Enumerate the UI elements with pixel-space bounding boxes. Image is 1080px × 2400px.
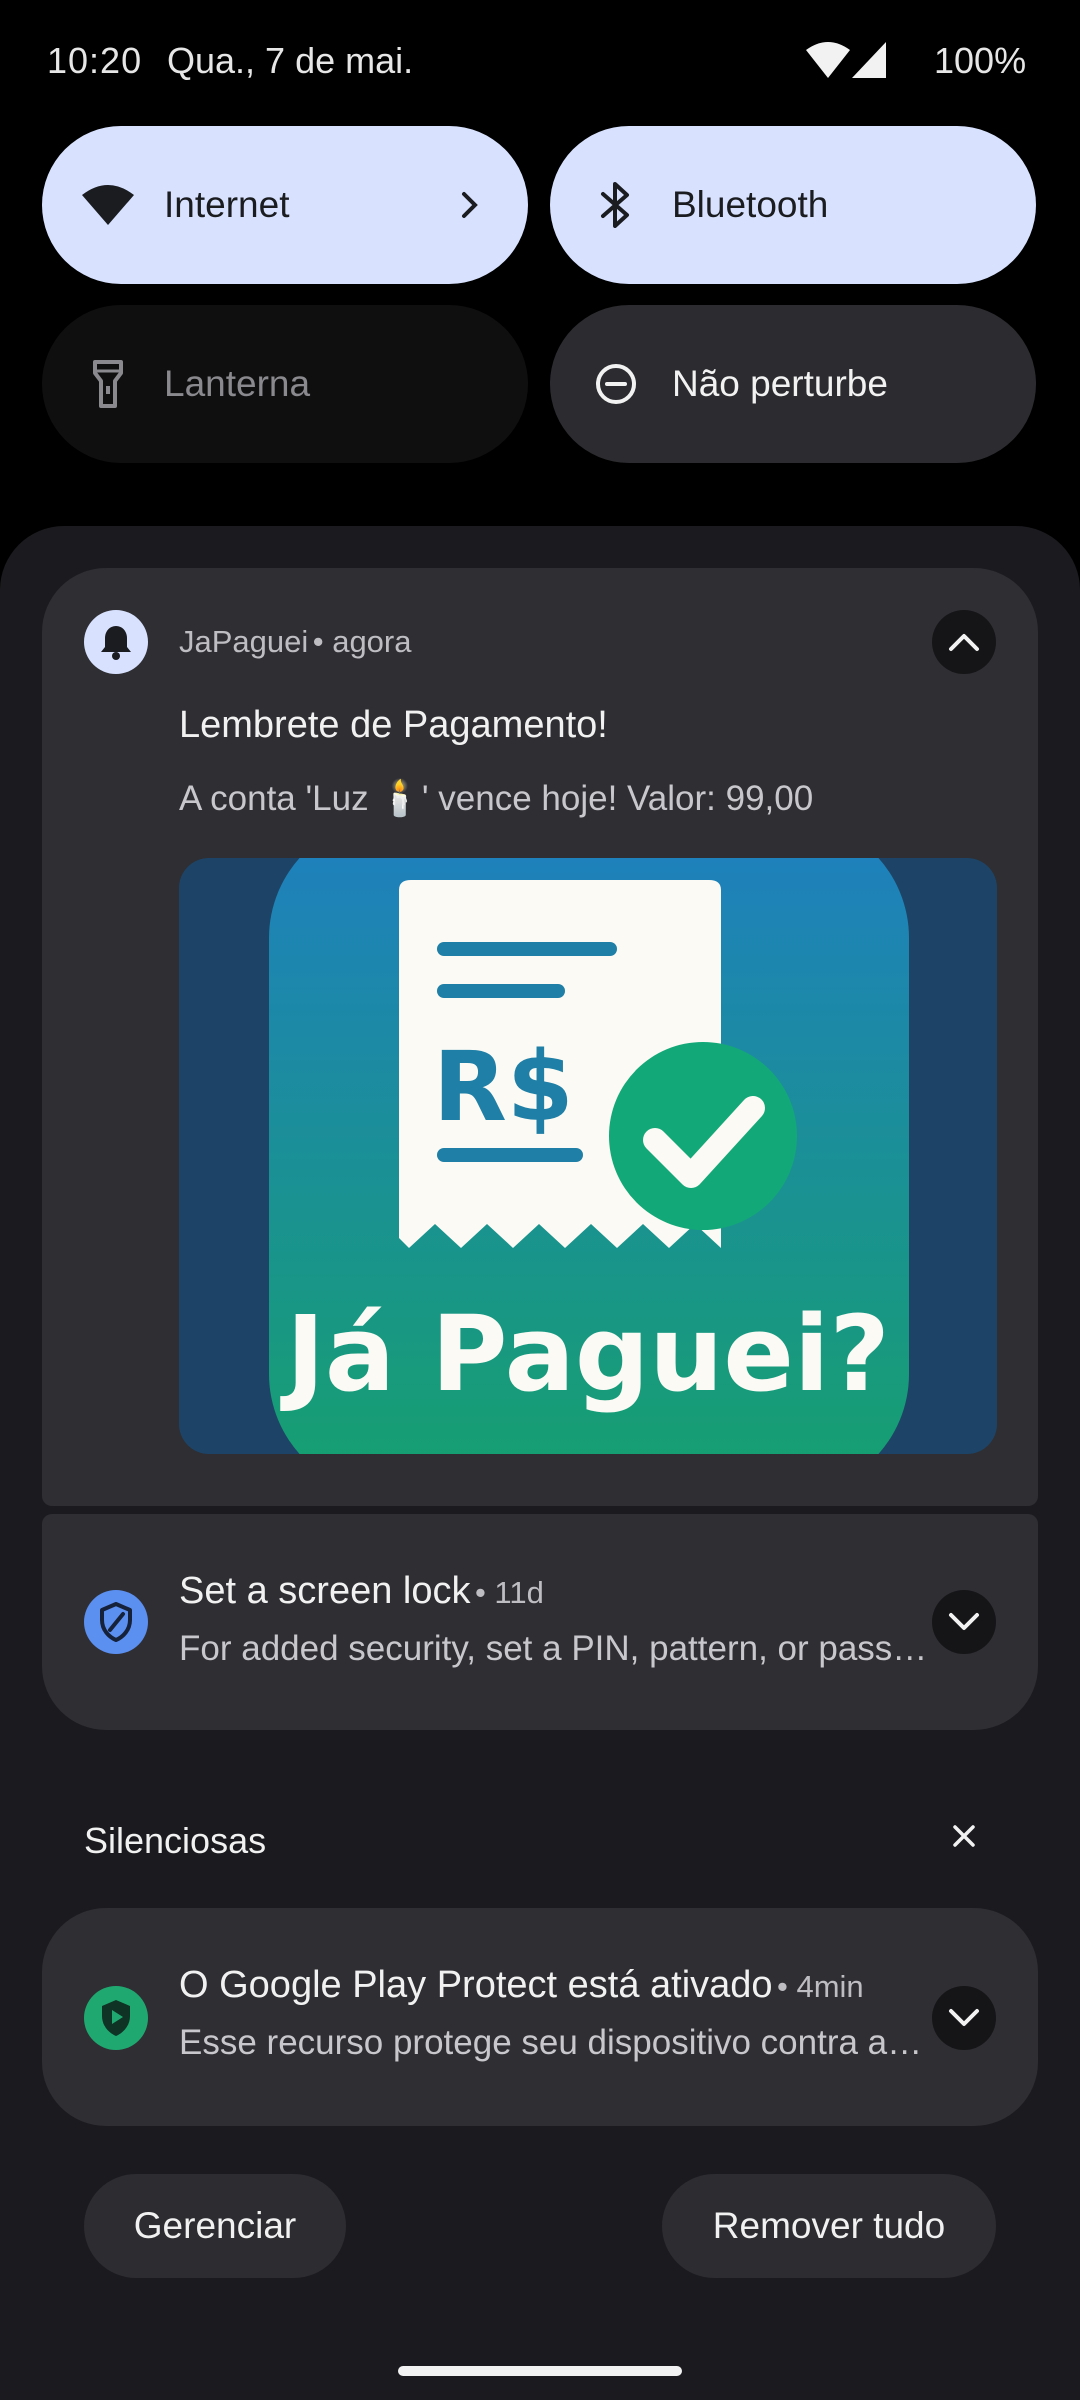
- date: Qua., 7 de mai.: [167, 40, 414, 81]
- status-bar: 10:20 Qua., 7 de mai. 100%: [0, 0, 1080, 130]
- notification-header: O Google Play Protect está ativado • 4mi…: [179, 1964, 864, 2006]
- currency-symbol: R$: [433, 1031, 574, 1143]
- tile-bluetooth[interactable]: Bluetooth: [550, 126, 1036, 284]
- play-protect-icon: [84, 1986, 148, 2050]
- close-icon: [953, 1825, 975, 1847]
- notification-text: A conta 'Luz 🕯️' vence hoje! Valor: 99,0…: [179, 779, 814, 818]
- cell-signal-icon: [852, 42, 886, 78]
- chevron-right-icon: [462, 192, 478, 218]
- brand-name: Já Paguei?: [280, 1293, 890, 1415]
- notification-header: JaPaguei • agora: [179, 624, 412, 659]
- notification-text: Esse recurso protege seu dispositivo con…: [179, 2023, 929, 2062]
- ja-paguei-logo: R$ Já Paguei?: [269, 858, 909, 1454]
- notification-text: For added security, set a PIN, pattern, …: [179, 1629, 929, 1668]
- tile-internet[interactable]: Internet: [42, 126, 528, 284]
- app-name: JaPaguei: [179, 624, 309, 659]
- flashlight-icon: [80, 356, 136, 412]
- notification-title: O Google Play Protect está ativado: [179, 1964, 773, 2006]
- bell-icon: [84, 610, 148, 674]
- expand-button[interactable]: [932, 1986, 996, 2050]
- clear-all-button[interactable]: Remover tudo: [662, 2174, 996, 2278]
- dismiss-silent-button[interactable]: [944, 1816, 984, 1856]
- tile-label: Bluetooth: [672, 184, 829, 225]
- clock: 10:20: [47, 40, 143, 81]
- tile-flashlight[interactable]: Lanterna: [42, 305, 528, 463]
- chevron-down-icon: [949, 2009, 979, 2026]
- notification-screen-lock[interactable]: Set a screen lock • 11d For added securi…: [42, 1514, 1038, 1730]
- bluetooth-icon: [588, 177, 644, 233]
- expand-button[interactable]: [932, 1590, 996, 1654]
- chevron-down-icon: [949, 1613, 979, 1630]
- wifi-icon: [80, 177, 136, 233]
- notification-time: agora: [332, 624, 412, 659]
- battery-percent: 100%: [934, 40, 1027, 81]
- notification-title: Set a screen lock: [179, 1570, 471, 1612]
- tile-label: Internet: [164, 184, 290, 225]
- silent-section-header: Silenciosas: [84, 1820, 267, 1861]
- tile-label: Lanterna: [164, 363, 311, 404]
- notification-japaguei[interactable]: JaPaguei • agora Lembrete de Pagamento! …: [42, 568, 1038, 1506]
- home-indicator[interactable]: [398, 2366, 682, 2376]
- notification-title: Lembrete de Pagamento!: [179, 704, 608, 746]
- manage-button[interactable]: Gerenciar: [84, 2174, 346, 2278]
- tile-do-not-disturb[interactable]: Não perturbe: [550, 305, 1036, 463]
- notification-time: 11d: [494, 1575, 544, 1610]
- chevron-up-icon: [949, 634, 979, 651]
- collapse-button[interactable]: [932, 610, 996, 674]
- tile-label: Não perturbe: [672, 363, 888, 404]
- notification-play-protect[interactable]: O Google Play Protect está ativado • 4mi…: [42, 1908, 1038, 2126]
- notification-image: R$ Já Paguei?: [179, 858, 997, 1454]
- shield-icon: [84, 1590, 148, 1654]
- notification-time: 4min: [796, 1969, 864, 2004]
- wifi-status-icon: [806, 42, 850, 78]
- do-not-disturb-icon: [588, 356, 644, 412]
- notification-header: Set a screen lock • 11d: [179, 1570, 544, 1612]
